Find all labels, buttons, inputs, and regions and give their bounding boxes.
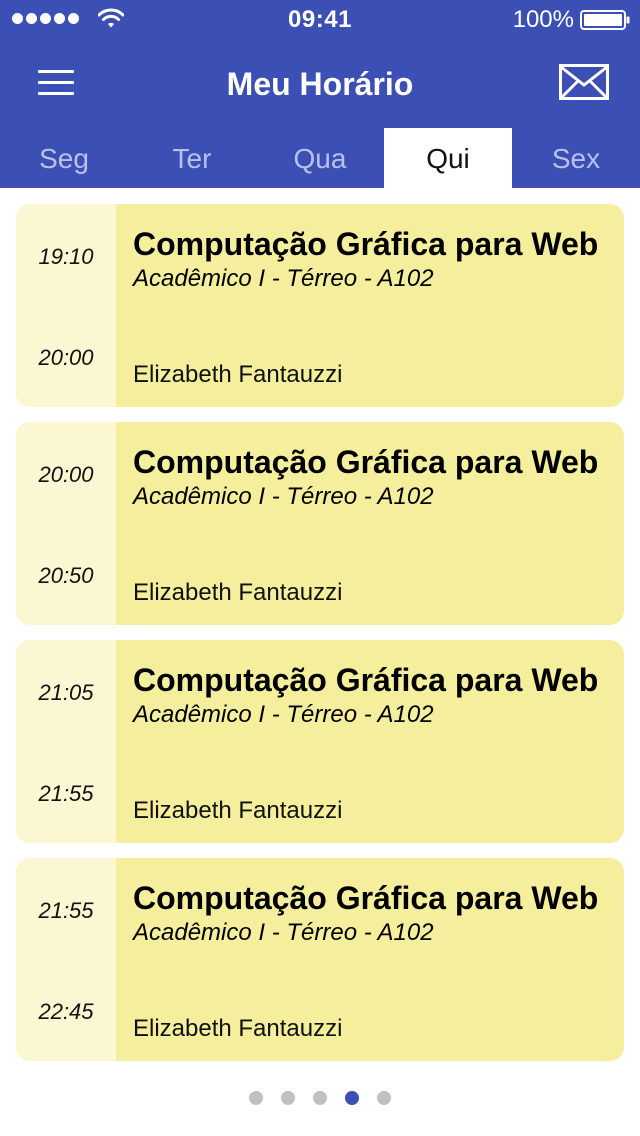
battery-icon — [580, 10, 630, 30]
course-name: Computação Gráfica para Web — [133, 662, 599, 698]
class-location: Acadêmico I - Térreo - A102 — [133, 919, 434, 946]
app-screen: 09:41 100% Meu Horário Seg Ter Qua Qui S… — [0, 0, 640, 1136]
class-time-column: 19:10 20:00 — [16, 204, 116, 407]
tab-sex[interactable]: Sex — [512, 128, 640, 188]
teacher-name: Elizabeth Fantauzzi — [133, 361, 343, 388]
navigation-bar: Meu Horário — [0, 40, 640, 128]
app-header: 09:41 100% Meu Horário Seg Ter Qua Qui S… — [0, 0, 640, 188]
page-indicator — [0, 1091, 640, 1105]
battery-percentage: 100% — [512, 6, 574, 33]
page-dot-3[interactable] — [313, 1091, 327, 1105]
page-dot-4-current[interactable] — [345, 1091, 359, 1105]
class-location: Acadêmico I - Térreo - A102 — [133, 701, 434, 728]
class-card[interactable]: 21:55 22:45 Computação Gráfica para Web … — [16, 858, 624, 1061]
tab-seg[interactable]: Seg — [0, 128, 128, 188]
page-dot-5[interactable] — [377, 1091, 391, 1105]
class-time-column: 21:55 22:45 — [16, 858, 116, 1061]
class-time-column: 21:05 21:55 — [16, 640, 116, 843]
class-info: Computação Gráfica para Web Acadêmico I … — [133, 658, 603, 730]
status-bar: 09:41 100% — [0, 0, 640, 40]
tab-qui[interactable]: Qui — [384, 128, 512, 188]
teacher-name: Elizabeth Fantauzzi — [133, 579, 343, 606]
class-start-time: 21:05 — [38, 680, 94, 705]
day-tabs: Seg Ter Qua Qui Sex — [0, 128, 640, 188]
class-start-time: 20:00 — [38, 462, 94, 487]
teacher-name: Elizabeth Fantauzzi — [133, 1015, 343, 1042]
teacher-name: Elizabeth Fantauzzi — [133, 797, 343, 824]
course-name: Computação Gráfica para Web — [133, 880, 599, 916]
tab-qua[interactable]: Qua — [256, 128, 384, 188]
class-card[interactable]: 19:10 20:00 Computação Gráfica para Web … — [16, 204, 624, 407]
class-info: Computação Gráfica para Web Acadêmico I … — [133, 440, 603, 512]
course-name: Computação Gráfica para Web — [133, 444, 599, 480]
course-name: Computação Gráfica para Web — [133, 226, 599, 262]
class-end-time: 20:00 — [38, 345, 94, 370]
class-location: Acadêmico I - Térreo - A102 — [133, 265, 434, 292]
class-start-time: 19:10 — [38, 244, 94, 269]
class-info: Computação Gráfica para Web Acadêmico I … — [133, 876, 603, 948]
class-info: Computação Gráfica para Web Acadêmico I … — [133, 222, 603, 294]
class-start-time: 21:55 — [38, 898, 94, 923]
tab-ter[interactable]: Ter — [128, 128, 256, 188]
class-end-time: 20:50 — [38, 563, 94, 588]
class-time-column: 20:00 20:50 — [16, 422, 116, 625]
class-end-time: 21:55 — [38, 781, 94, 806]
class-card[interactable]: 20:00 20:50 Computação Gráfica para Web … — [16, 422, 624, 625]
class-location: Acadêmico I - Térreo - A102 — [133, 483, 434, 510]
page-dot-1[interactable] — [249, 1091, 263, 1105]
class-end-time: 22:45 — [38, 999, 94, 1024]
envelope-icon[interactable] — [559, 64, 609, 100]
page-title: Meu Horário — [226, 66, 414, 102]
class-card[interactable]: 21:05 21:55 Computação Gráfica para Web … — [16, 640, 624, 843]
class-list: 19:10 20:00 Computação Gráfica para Web … — [16, 204, 624, 1076]
page-dot-2[interactable] — [281, 1091, 295, 1105]
